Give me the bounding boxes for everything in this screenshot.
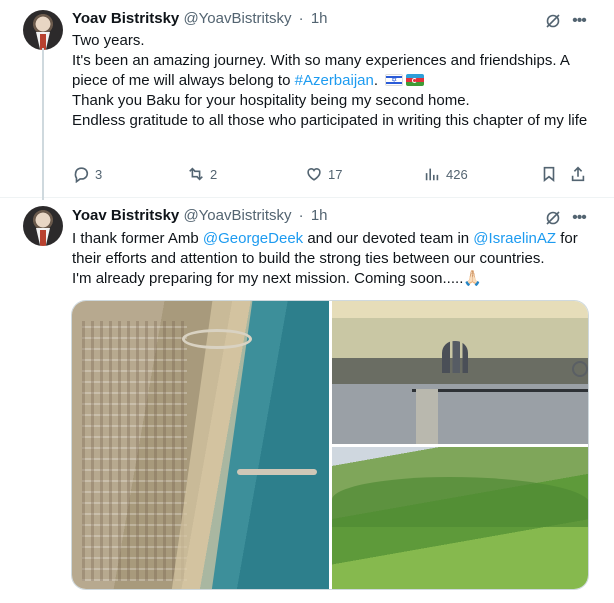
tweet-text-b: and our devoted team in — [307, 230, 470, 247]
share-button[interactable] — [569, 164, 587, 184]
action-bar: 3 2 17 426 — [72, 164, 592, 184]
author-handle[interactable]: @YoavBistritsky — [183, 10, 291, 27]
tweet-header: Yoav Bistritsky @YoavBistritsky · 1h — [72, 206, 328, 226]
azerbaijan-flag-icon — [406, 74, 425, 86]
timestamp[interactable]: 1h — [311, 207, 328, 224]
bookmark-button[interactable] — [540, 164, 558, 184]
reply-button[interactable]: 3 — [72, 164, 102, 184]
tweet-text-a: I thank former Amb — [72, 230, 199, 247]
views-button[interactable]: 426 — [423, 164, 468, 184]
tweet[interactable]: Yoav Bistritsky @YoavBistritsky · 1h •••… — [0, 198, 614, 603]
author-name[interactable]: Yoav Bistritsky — [72, 207, 179, 224]
tweet-line: Thank you Baku for your hospitality bein… — [72, 92, 470, 109]
tweet-header: Yoav Bistritsky @YoavBistritsky · 1h — [72, 9, 328, 29]
tweet-text: I thank former Amb @GeorgeDeek and our d… — [72, 229, 594, 289]
timestamp[interactable]: 1h — [311, 10, 328, 27]
repost-button[interactable]: 2 — [187, 164, 217, 184]
share-icon — [571, 166, 585, 182]
author-handle[interactable]: @YoavBistritsky — [183, 207, 291, 224]
mention-link[interactable]: @GeorgeDeek — [203, 230, 303, 247]
tweet-text: Two years. It's been an amazing journey.… — [72, 31, 594, 131]
like-count: 17 — [328, 166, 343, 182]
like-button[interactable]: 17 — [305, 164, 342, 184]
tweet-text-d: I'm already preparing for my next missio… — [72, 270, 464, 287]
tweet-line: It's been an amazing journey. With so ma… — [72, 52, 570, 89]
tweet-paragraph: I thank former Amb @GeorgeDeek and our d… — [72, 229, 594, 269]
author-name[interactable]: Yoav Bistritsky — [72, 10, 179, 27]
grok-icon[interactable] — [545, 210, 561, 226]
reply-count: 3 — [95, 166, 103, 182]
aerial-coast-photo[interactable] — [72, 301, 329, 589]
tweet-line: Two years. — [72, 32, 145, 49]
heart-icon — [307, 168, 321, 181]
thread-line — [42, 48, 44, 200]
grok-icon[interactable] — [545, 13, 561, 29]
reply-icon — [74, 167, 89, 183]
green-hills-photo[interactable] — [332, 447, 588, 589]
views-icon — [425, 168, 439, 181]
tweet-paragraph: I'm already preparing for my next missio… — [72, 269, 594, 289]
israel-flag-icon: ✡ — [385, 74, 404, 86]
hashtag-link[interactable]: #Azerbaijan — [295, 72, 374, 89]
baku-promenade-photo[interactable] — [332, 301, 588, 444]
more-icon[interactable]: ••• — [570, 209, 588, 227]
avatar[interactable] — [23, 206, 63, 246]
bookmark-icon — [543, 166, 555, 182]
repost-icon — [189, 167, 203, 181]
tweet[interactable]: Yoav Bistritsky @YoavBistritsky · 1h •••… — [0, 0, 614, 200]
pray-emoji: 🙏🏻 — [463, 270, 483, 287]
tweet-line: Endless gratitude to all those who parti… — [72, 112, 588, 129]
media-grid — [71, 300, 589, 590]
separator-dot: · — [298, 207, 304, 224]
mention-link[interactable]: @IsraelinAZ — [473, 230, 556, 247]
avatar[interactable] — [23, 10, 63, 50]
separator-dot: · — [298, 10, 304, 27]
repost-count: 2 — [210, 166, 218, 182]
views-count: 426 — [446, 166, 468, 182]
more-icon[interactable]: ••• — [570, 12, 588, 30]
